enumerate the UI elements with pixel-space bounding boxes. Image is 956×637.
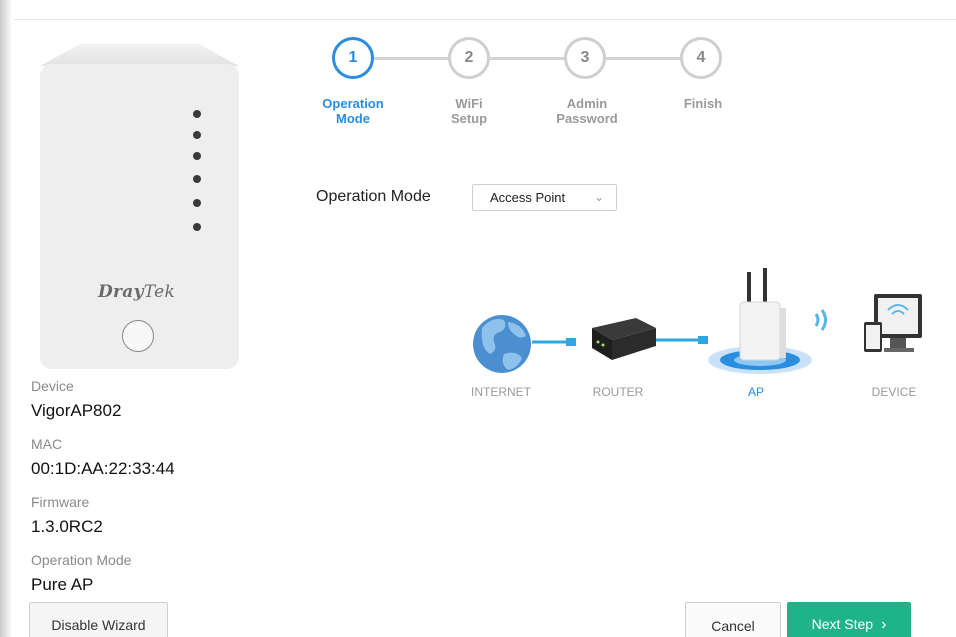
step-2-label: WiFi Setup xyxy=(419,96,519,126)
mac-value: 00:1D:AA:22:33:44 xyxy=(31,459,175,478)
led-indicator xyxy=(193,152,201,160)
step-3-circle: 3 xyxy=(564,37,606,79)
ap-label: AP xyxy=(747,385,764,399)
wifi-signal-icon xyxy=(814,309,827,331)
led-indicator xyxy=(193,199,201,207)
router-label: ROUTER xyxy=(592,385,644,399)
device-value: VigorAP802 xyxy=(31,401,122,420)
device-icon xyxy=(864,294,922,352)
operation-mode-label: Operation Mode xyxy=(316,188,431,205)
mac-label: MAC xyxy=(31,436,63,452)
internet-label: INTERNET xyxy=(471,385,531,399)
led-indicator xyxy=(193,110,201,118)
chevron-right-icon: › xyxy=(881,616,887,633)
disable-wizard-button[interactable]: Disable Wizard xyxy=(29,602,168,637)
device-label-diagram: DEVICE xyxy=(871,385,917,399)
top-divider xyxy=(14,19,956,20)
step-2-label-line2: Setup xyxy=(450,111,488,126)
operation-mode-info-label: Operation Mode xyxy=(31,552,132,568)
device-reset-button xyxy=(122,320,154,352)
step-4-label-line1: Finish xyxy=(683,96,723,111)
step-1-label-line2: Mode xyxy=(336,111,370,126)
device-body: DrayTek xyxy=(40,64,239,369)
step-2-label-line1: WiFi xyxy=(455,96,483,111)
step-3-label: Admin Password xyxy=(537,96,637,126)
network-diagram xyxy=(473,268,922,374)
step-4-label: Finish xyxy=(653,96,753,111)
next-step-button[interactable]: Next Step › xyxy=(787,602,911,637)
next-step-label: Next Step xyxy=(811,616,874,632)
step-2-circle: 2 xyxy=(448,37,490,79)
chevron-down-icon: ⌄ xyxy=(593,190,604,204)
router-icon xyxy=(592,318,656,360)
cable-plug xyxy=(698,336,708,344)
operation-mode-selected: Access Point xyxy=(490,190,566,205)
step-connector xyxy=(490,57,566,60)
step-1-label: Operation Mode xyxy=(303,96,403,126)
operation-mode-info-value: Pure AP xyxy=(31,575,94,594)
cable-plug xyxy=(566,338,576,346)
device-top-cap xyxy=(40,44,239,66)
cancel-button[interactable]: Cancel xyxy=(685,602,781,637)
logo-tek: Tek xyxy=(143,282,176,302)
step-1-circle: 1 xyxy=(332,37,374,79)
left-edge-shadow xyxy=(0,0,12,637)
step-3-label-line2: Password xyxy=(556,111,618,126)
firmware-label: Firmware xyxy=(31,494,90,510)
step-4-circle: 4 xyxy=(680,37,722,79)
operation-mode-select[interactable]: Access Point ⌄ xyxy=(472,184,617,211)
led-indicator xyxy=(193,223,201,231)
access-point-icon xyxy=(708,268,812,374)
logo-dray: Dray xyxy=(98,282,144,302)
led-indicator xyxy=(193,175,201,183)
step-connector xyxy=(606,57,682,60)
setup-wizard-page: DrayTek Device VigorAP802 MAC 00:1D:AA:2… xyxy=(0,0,956,637)
step-3-label-line1: Admin xyxy=(566,96,608,111)
device-label: Device xyxy=(31,378,74,394)
draytek-logo: DrayTek xyxy=(98,282,175,302)
step-connector xyxy=(374,57,450,60)
firmware-value: 1.3.0RC2 xyxy=(31,517,103,536)
globe-icon xyxy=(473,315,531,373)
led-indicator xyxy=(193,131,201,139)
device-image: DrayTek xyxy=(40,44,239,369)
step-1-label-line1: Operation xyxy=(322,96,384,111)
